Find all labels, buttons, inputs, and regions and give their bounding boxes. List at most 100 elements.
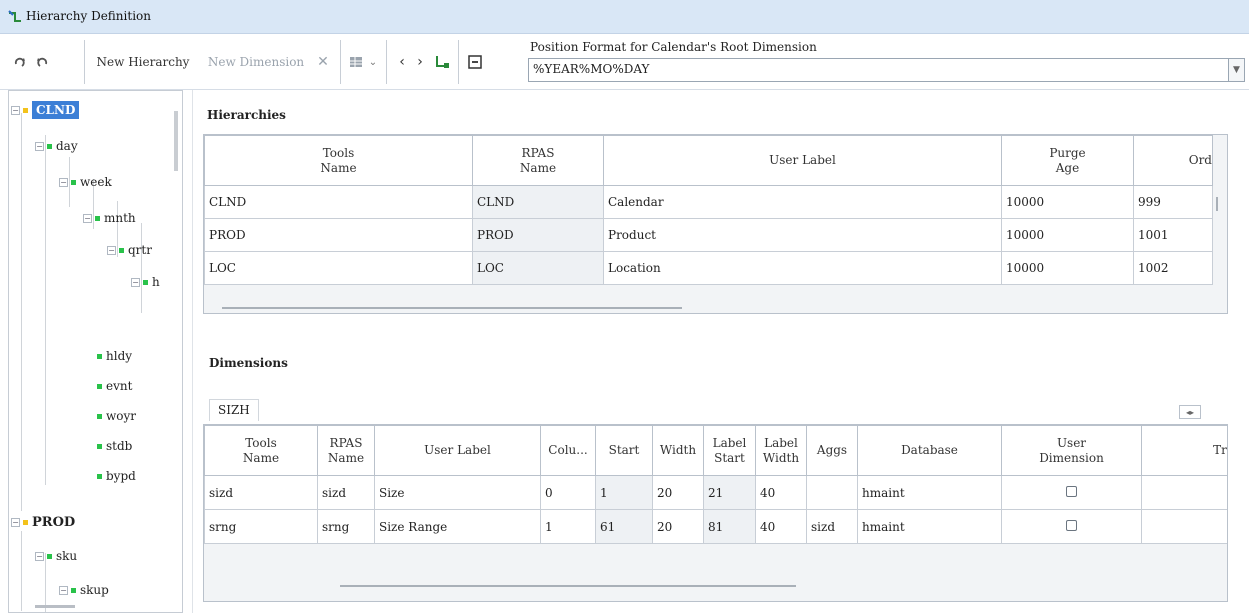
table-cell[interactable]: LOC xyxy=(472,251,604,285)
tab-scroll-buttons[interactable]: ◂ ▸ xyxy=(1179,405,1201,419)
hierarchies-horizontal-scrollbar[interactable] xyxy=(222,307,682,309)
column-header[interactable]: Tools Name xyxy=(204,425,318,476)
tree-node-bypd[interactable]: bypd xyxy=(97,465,136,487)
column-header[interactable]: User Label xyxy=(374,425,541,476)
table-cell[interactable]: 21 xyxy=(703,475,756,510)
table-cell[interactable]: 61 xyxy=(595,509,653,544)
column-header[interactable]: Tra xyxy=(1141,425,1227,476)
table-cell[interactable]: 999 xyxy=(1133,185,1213,219)
redo-button[interactable] xyxy=(10,50,30,74)
tree-node-h[interactable]: − h xyxy=(131,271,160,293)
column-header[interactable]: User Dimension xyxy=(1001,425,1142,476)
table-cell[interactable]: 0 xyxy=(540,475,596,510)
collapse-toggle-icon[interactable]: − xyxy=(11,517,20,527)
hierarchies-vertical-scrollbar[interactable] xyxy=(1216,197,1218,211)
delete-icon[interactable]: ✕ xyxy=(314,50,332,74)
collapse-toggle-icon[interactable]: − xyxy=(59,585,68,595)
move-left-button[interactable]: ‹ xyxy=(394,50,410,74)
table-row[interactable]: srng srng Size Range 1 61 20 81 40 sizd … xyxy=(204,509,1227,544)
table-cell[interactable]: sizd xyxy=(317,475,375,510)
tree-node-woyr[interactable]: woyr xyxy=(97,405,136,427)
table-cell[interactable]: Calendar xyxy=(603,185,1002,219)
tree-horizontal-scrollbar[interactable] xyxy=(35,605,75,608)
column-header[interactable]: Width xyxy=(652,425,704,476)
column-header[interactable]: Label Width xyxy=(755,425,807,476)
column-header[interactable]: Colu... xyxy=(540,425,596,476)
new-hierarchy-button[interactable]: New Hierarchy xyxy=(90,50,196,74)
dimensions-horizontal-scrollbar[interactable] xyxy=(340,585,796,587)
table-cell[interactable]: PROD xyxy=(472,218,604,252)
position-format-dropdown[interactable]: ▼ xyxy=(1229,58,1245,82)
new-dimension-button[interactable]: New Dimension xyxy=(200,50,312,74)
tree-node-sku[interactable]: − sku xyxy=(35,545,77,567)
column-header[interactable]: Aggs xyxy=(806,425,858,476)
collapse-toggle-icon[interactable]: − xyxy=(35,551,44,561)
tree-node-clnd[interactable]: − CLND xyxy=(11,99,80,121)
collapse-button[interactable] xyxy=(465,50,485,74)
tree-node-skup[interactable]: − skup xyxy=(59,579,109,601)
table-row[interactable]: sizd sizd Size 0 1 20 21 40 hmaint xyxy=(204,475,1227,510)
table-cell[interactable]: Size xyxy=(374,475,541,510)
column-header[interactable]: Purge Age xyxy=(1001,135,1134,186)
tab-sizh[interactable]: SIZH xyxy=(209,399,259,421)
user-dimension-checkbox[interactable] xyxy=(1066,485,1077,497)
table-cell[interactable]: 1 xyxy=(595,475,653,510)
user-dimension-cell[interactable] xyxy=(1001,475,1142,510)
tree-node-day[interactable]: − day xyxy=(35,135,78,157)
chevron-down-icon[interactable]: ⌄ xyxy=(366,50,380,74)
hierarchy-view-button[interactable] xyxy=(432,50,452,74)
collapse-toggle-icon[interactable]: − xyxy=(83,213,92,223)
tree-node-evnt[interactable]: evnt xyxy=(97,375,132,397)
collapse-toggle-icon[interactable]: − xyxy=(59,177,68,187)
table-cell[interactable]: 1 xyxy=(540,509,596,544)
table-cell[interactable]: Size Range xyxy=(374,509,541,544)
column-header[interactable]: Ord xyxy=(1133,135,1213,186)
table-cell[interactable] xyxy=(1141,509,1227,544)
table-row[interactable]: PROD PROD Product 10000 1001 xyxy=(204,218,1213,252)
column-header[interactable]: Label Start xyxy=(703,425,756,476)
table-cell[interactable]: 10000 xyxy=(1001,218,1134,252)
table-cell[interactable]: Location xyxy=(603,251,1002,285)
grid-view-button[interactable] xyxy=(346,50,366,74)
column-header[interactable]: Database xyxy=(857,425,1002,476)
tree-node-week[interactable]: − week xyxy=(59,171,112,193)
column-header[interactable]: Start xyxy=(595,425,653,476)
column-header[interactable]: RPAS Name xyxy=(317,425,375,476)
column-header[interactable]: Tools Name xyxy=(204,135,473,186)
table-cell[interactable]: 40 xyxy=(755,475,807,510)
table-cell[interactable]: 10000 xyxy=(1001,251,1134,285)
column-header[interactable]: RPAS Name xyxy=(472,135,604,186)
tree-node-stdb[interactable]: stdb xyxy=(97,435,132,457)
undo-button[interactable] xyxy=(32,50,52,74)
column-header[interactable]: User Label xyxy=(603,135,1002,186)
table-cell[interactable]: CLND xyxy=(472,185,604,219)
collapse-toggle-icon[interactable]: − xyxy=(35,141,44,151)
user-dimension-cell[interactable] xyxy=(1001,509,1142,544)
table-cell[interactable]: Product xyxy=(603,218,1002,252)
table-cell[interactable]: hmaint xyxy=(857,509,1002,544)
table-cell[interactable]: sizd xyxy=(204,475,318,510)
move-right-button[interactable]: › xyxy=(412,50,428,74)
tree-node-mnth[interactable]: − mnth xyxy=(83,207,136,229)
table-row[interactable]: CLND CLND Calendar 10000 999 xyxy=(204,185,1213,219)
table-cell[interactable]: sizd xyxy=(806,509,858,544)
table-row[interactable]: LOC LOC Location 10000 1002 xyxy=(204,251,1213,285)
user-dimension-checkbox[interactable] xyxy=(1066,519,1077,531)
tree-node-qrtr[interactable]: − qrtr xyxy=(107,239,152,261)
table-cell[interactable]: 20 xyxy=(652,475,704,510)
table-cell[interactable] xyxy=(1141,475,1227,510)
table-cell[interactable]: 1001 xyxy=(1133,218,1213,252)
tree-vertical-scrollbar[interactable] xyxy=(174,111,178,171)
collapse-toggle-icon[interactable]: − xyxy=(131,277,140,287)
collapse-toggle-icon[interactable]: − xyxy=(107,245,116,255)
collapse-toggle-icon[interactable]: − xyxy=(11,105,20,115)
tree-node-hldy[interactable]: hldy xyxy=(97,345,132,367)
tree-node-prod[interactable]: − PROD xyxy=(11,511,75,533)
table-cell[interactable]: 1002 xyxy=(1133,251,1213,285)
table-cell[interactable]: hmaint xyxy=(857,475,1002,510)
table-cell[interactable]: srng xyxy=(317,509,375,544)
table-cell[interactable]: 20 xyxy=(652,509,704,544)
table-cell[interactable]: srng xyxy=(204,509,318,544)
table-cell[interactable]: 10000 xyxy=(1001,185,1134,219)
table-cell[interactable]: PROD xyxy=(204,218,473,252)
